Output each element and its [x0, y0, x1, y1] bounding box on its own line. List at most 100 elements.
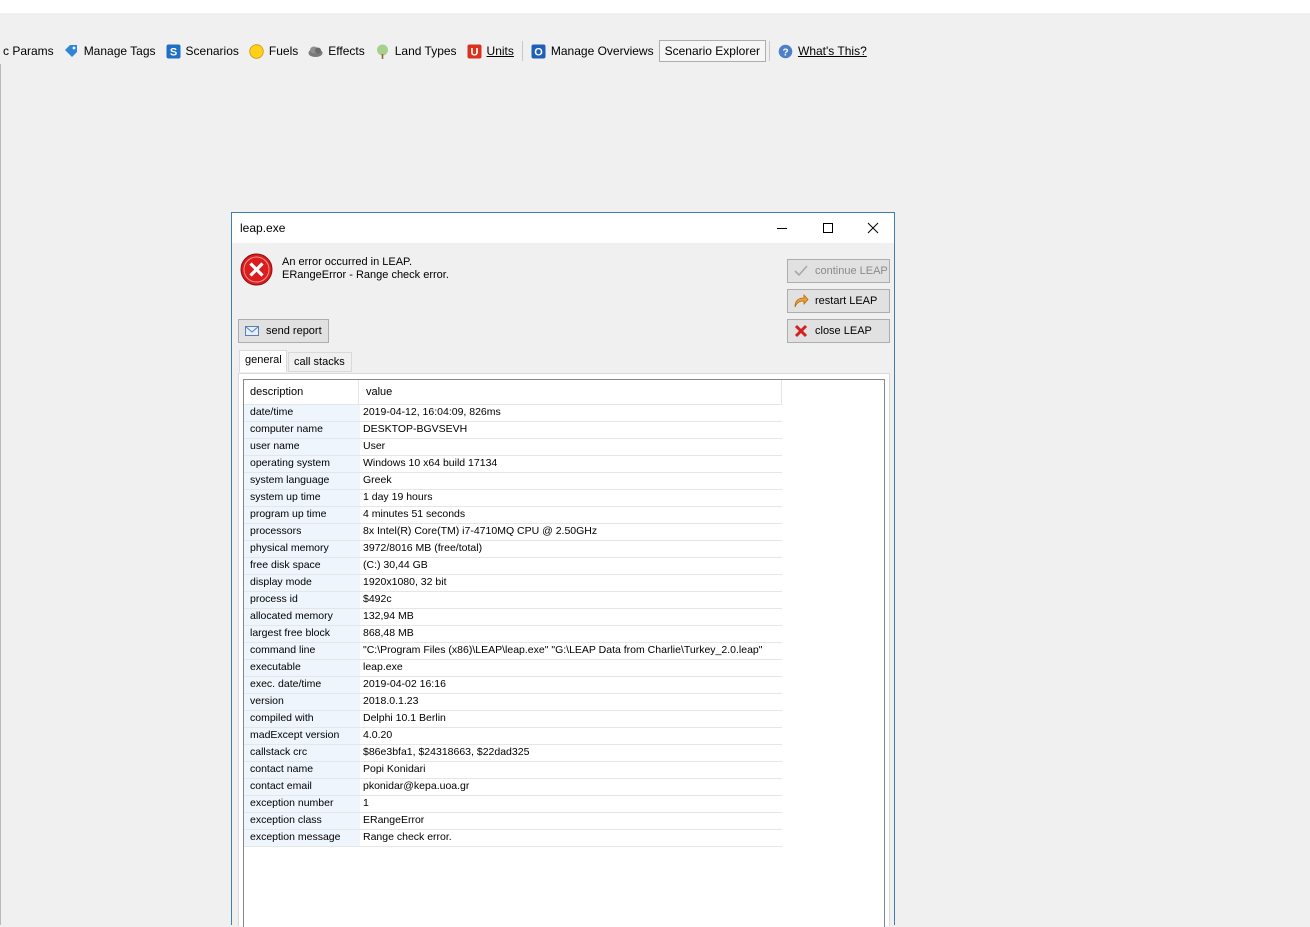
dialog-title: leap.exe	[240, 221, 286, 235]
toolbar-separator	[769, 41, 770, 61]
continue-leap-button[interactable]: continue LEAP	[787, 259, 890, 283]
toolbar-manage-tags[interactable]: Manage Tags	[59, 40, 161, 62]
minimize-button[interactable]	[759, 213, 805, 243]
row-description: system language	[244, 473, 360, 489]
scenarios-icon: S	[166, 44, 181, 59]
toolbar-scenarios-label: Scenarios	[185, 44, 239, 58]
row-value: 132,94 MB	[363, 610, 414, 622]
checkmark-icon	[793, 263, 809, 279]
row-description: exception number	[244, 796, 360, 812]
table-row[interactable]: user name User	[244, 439, 782, 456]
table-row[interactable]: exception number 1	[244, 796, 782, 813]
row-description: free disk space	[244, 558, 360, 574]
minimize-icon	[777, 228, 787, 229]
left-divider	[0, 64, 1, 925]
table-row[interactable]: exec. date/time 2019-04-02 16:16	[244, 677, 782, 694]
row-description: user name	[244, 439, 360, 455]
svg-text:O: O	[534, 46, 543, 58]
table-row[interactable]: program up time 4 minutes 51 seconds	[244, 507, 782, 524]
table-row[interactable]: date/time 2019-04-12, 16:04:09, 826ms	[244, 405, 782, 422]
table-row[interactable]: compiled with Delphi 10.1 Berlin	[244, 711, 782, 728]
toolbar-scenario-explorer[interactable]: Scenario Explorer	[658, 40, 766, 62]
row-description: callstack crc	[244, 745, 360, 761]
toolbar-scenarios[interactable]: S Scenarios	[161, 40, 244, 62]
row-value: 1920x1080, 32 bit	[363, 576, 447, 588]
table-row[interactable]: madExcept version 4.0.20	[244, 728, 782, 745]
table-row[interactable]: command line "C:\Program Files (x86)\LEAP…	[244, 643, 782, 660]
table-row[interactable]: largest free block 868,48 MB	[244, 626, 782, 643]
table-row[interactable]: computer name DESKTOP-BGVSEVH	[244, 422, 782, 439]
toolbar-whats-this[interactable]: ? What's This?	[773, 40, 872, 62]
toolbar-effects-label: Effects	[328, 44, 365, 58]
table-row[interactable]: callstack crc $86e3bfa1, $24318663, $22da…	[244, 745, 782, 762]
toolbar-whats-this-label: What's This?	[798, 44, 867, 58]
toolbar-units[interactable]: U Units	[462, 40, 519, 62]
tree-icon	[375, 44, 390, 59]
table-row[interactable]: system language Greek	[244, 473, 782, 490]
grid-header: description value	[244, 380, 782, 405]
maximize-button[interactable]	[805, 213, 851, 243]
table-row[interactable]: operating system Windows 10 x64 build 171…	[244, 456, 782, 473]
row-description: physical memory	[244, 541, 360, 557]
row-value: 2019-04-12, 16:04:09, 826ms	[363, 406, 501, 418]
toolbar-land-types-label: Land Types	[394, 44, 457, 58]
row-value: 8x Intel(R) Core(TM) i7-4710MQ CPU @ 2.5…	[363, 525, 598, 537]
row-description: exception class	[244, 813, 360, 829]
toolbar-units-label: Units	[486, 44, 514, 58]
send-report-button[interactable]: send report	[238, 319, 329, 343]
row-value: 2018.0.1.23	[363, 695, 419, 707]
row-value: leap.exe	[363, 661, 403, 673]
toolbar-manage-overviews-label: Manage Overviews	[550, 44, 654, 58]
column-header-value[interactable]: value	[360, 380, 782, 404]
row-value: Delphi 10.1 Berlin	[363, 712, 446, 724]
toolbar-manage-tags-label: Manage Tags	[83, 44, 156, 58]
table-row[interactable]: executable leap.exe	[244, 660, 782, 677]
close-window-button[interactable]	[850, 213, 896, 243]
close-icon	[867, 222, 879, 234]
close-leap-label: close LEAP	[815, 325, 872, 337]
row-description: system up time	[244, 490, 360, 506]
close-leap-button[interactable]: close LEAP	[787, 319, 890, 343]
table-row[interactable]: process id $492c	[244, 592, 782, 609]
toolbar-manage-overviews[interactable]: O Manage Overviews	[526, 40, 659, 62]
table-row[interactable]: contact email pkonidar@kepa.uoa.gr	[244, 779, 782, 796]
send-report-label: send report	[266, 325, 322, 337]
error-message-line1: An error occurred in LEAP.	[282, 256, 413, 268]
table-row[interactable]: contact name Popi Konidari	[244, 762, 782, 779]
toolbar-effects[interactable]: Effects	[303, 40, 369, 62]
row-description: executable	[244, 660, 360, 676]
row-value: 868,48 MB	[363, 627, 414, 639]
maximize-icon	[823, 223, 833, 233]
table-row[interactable]: system up time 1 day 19 hours	[244, 490, 782, 507]
table-row[interactable]: physical memory 3972/8016 MB (free/total)	[244, 541, 782, 558]
main-toolbar: c Params Manage Tags S Scenarios Fuels E…	[0, 38, 872, 64]
row-value: Range check error.	[363, 831, 452, 843]
restart-leap-label: restart LEAP	[815, 295, 878, 307]
toolbar-params[interactable]: c Params	[0, 40, 59, 62]
row-description: contact name	[244, 762, 360, 778]
row-value: $86e3bfa1, $24318663, $22dad325	[363, 746, 530, 758]
table-row[interactable]: version 2018.0.1.23	[244, 694, 782, 711]
info-grid[interactable]: description value date/time 2019-04-12, 1…	[243, 379, 885, 927]
row-description: processors	[244, 524, 360, 540]
tab-call-stacks[interactable]: call stacks	[288, 352, 352, 372]
continue-leap-label: continue LEAP	[815, 265, 888, 277]
toolbar-land-types[interactable]: Land Types	[370, 40, 462, 62]
table-row[interactable]: free disk space (C:) 30,44 GB	[244, 558, 782, 575]
row-description: allocated memory	[244, 609, 360, 625]
row-value: ERangeError	[363, 814, 425, 826]
table-row[interactable]: exception class ERangeError	[244, 813, 782, 830]
toolbar-params-label: c Params	[3, 44, 54, 58]
table-row[interactable]: exception message Range check error.	[244, 830, 782, 847]
table-row[interactable]: display mode 1920x1080, 32 bit	[244, 575, 782, 592]
row-description: operating system	[244, 456, 360, 472]
row-description: computer name	[244, 422, 360, 438]
grid-rows: date/time 2019-04-12, 16:04:09, 826ms comp…	[244, 405, 782, 847]
table-row[interactable]: processors 8x Intel(R) Core(TM) i7-4710MQ…	[244, 524, 782, 541]
column-header-description[interactable]: description	[244, 380, 359, 404]
table-row[interactable]: allocated memory 132,94 MB	[244, 609, 782, 626]
toolbar-fuels[interactable]: Fuels	[244, 40, 303, 62]
row-description: date/time	[244, 405, 360, 421]
restart-leap-button[interactable]: restart LEAP	[787, 289, 890, 313]
tab-general[interactable]: general	[239, 350, 287, 372]
